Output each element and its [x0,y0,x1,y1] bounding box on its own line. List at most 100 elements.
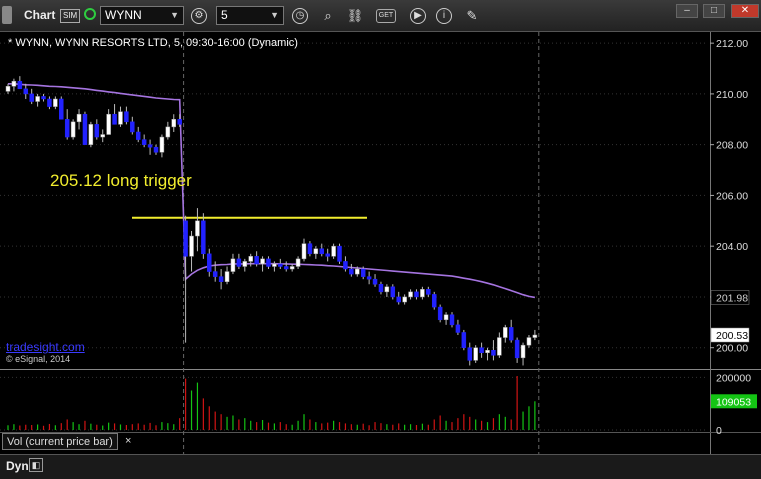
price-tick-label: 212.00 [716,38,748,50]
candle-body [17,80,23,90]
candle [289,263,295,272]
candle [64,109,70,140]
candle-body [183,220,188,257]
candle [319,243,325,257]
candle-body [349,268,354,275]
candle-body [372,278,378,285]
volume-value-tag: 109053 [716,396,751,408]
candle [29,88,34,105]
candle-body [135,131,141,140]
candle [41,93,46,102]
trigger-annotation: 205.12 long trigger [50,171,192,190]
candle-body [283,266,289,270]
candle [224,266,230,285]
candle-body [212,271,218,277]
candle [414,289,419,300]
candle [449,312,455,328]
ma-value-tag: 201.98 [716,292,748,304]
candle [420,286,425,300]
candle-body [118,111,123,125]
candle-body [165,126,171,138]
candle-body [278,263,283,267]
candle [147,139,153,155]
copyright: © eSignal, 2014 [6,354,71,364]
candle-body [331,245,336,257]
candle [526,335,532,348]
candle-body [360,268,366,277]
candle-body [266,258,271,267]
candle-body [485,349,490,354]
candle-body [390,286,396,298]
candle [165,121,171,140]
close-icon[interactable]: × [125,435,131,447]
candle [431,291,437,310]
candle-body [248,256,253,262]
candle-body [408,291,413,298]
candle-body [88,124,94,145]
candle-body [313,248,319,255]
price-tick-label: 208.00 [716,140,748,152]
chart-header: * WYNN, WYNN RESORTS LTD, 5, 09:30-16:00… [8,37,298,49]
watermark-link[interactable]: tradesight.com [6,340,85,354]
candle-body [124,111,129,123]
candle [349,263,354,277]
candle-body [11,80,17,87]
candle-body [378,284,384,293]
candle [390,284,396,300]
candle-body [82,113,88,145]
candle [307,241,313,257]
candle-body [171,119,177,128]
candle-body [254,256,259,265]
candle [189,230,194,272]
candle-body [41,96,46,100]
bottom-bar: Dyn ◧ [0,454,761,479]
candle-body [189,235,194,257]
candle [94,119,100,140]
candle [467,342,473,366]
candle-body [426,289,431,295]
volume-tick-label: 0 [716,425,722,437]
price-tick-label: 204.00 [716,241,748,253]
volume-panel-label[interactable]: Vol (current price bar) [2,433,118,450]
candle [366,271,372,285]
candle [266,256,271,270]
price-chart[interactable]: 212.00210.00208.00206.00204.00202.00200.… [0,0,761,478]
candle [325,248,330,262]
candle [443,312,449,325]
price-tick-label: 210.00 [716,89,748,101]
candle-body [59,98,64,120]
candle-body [514,339,520,359]
candle-body [64,119,70,138]
candle [118,106,123,127]
candle-body [207,253,212,272]
candle-body [532,334,538,338]
candle-body [343,261,348,270]
candle-body [491,349,496,356]
candle [5,83,11,94]
candle [437,304,443,323]
candle [159,134,165,158]
candle [106,109,111,135]
candle-body [100,134,105,138]
candle-body [526,337,532,346]
candle [76,109,82,130]
candle [378,281,384,295]
candle-body [396,296,401,303]
candle-body [479,347,484,354]
candle [135,126,141,143]
candle-body [201,220,206,255]
candle-body [236,258,242,267]
candle-body [112,113,117,125]
price-value-tag: 200.53 [716,330,748,342]
price-tick-label: 200.00 [716,343,748,355]
candle [343,256,348,272]
candle-body [508,327,514,341]
candle [171,114,177,132]
candle-body [76,113,82,123]
candle-body [147,144,153,148]
candle-body [47,98,52,107]
candle-body [301,243,307,260]
candle-body [337,245,342,262]
dynamic-toggle-icon[interactable]: ◧ [29,458,43,472]
candle-body [449,314,455,326]
